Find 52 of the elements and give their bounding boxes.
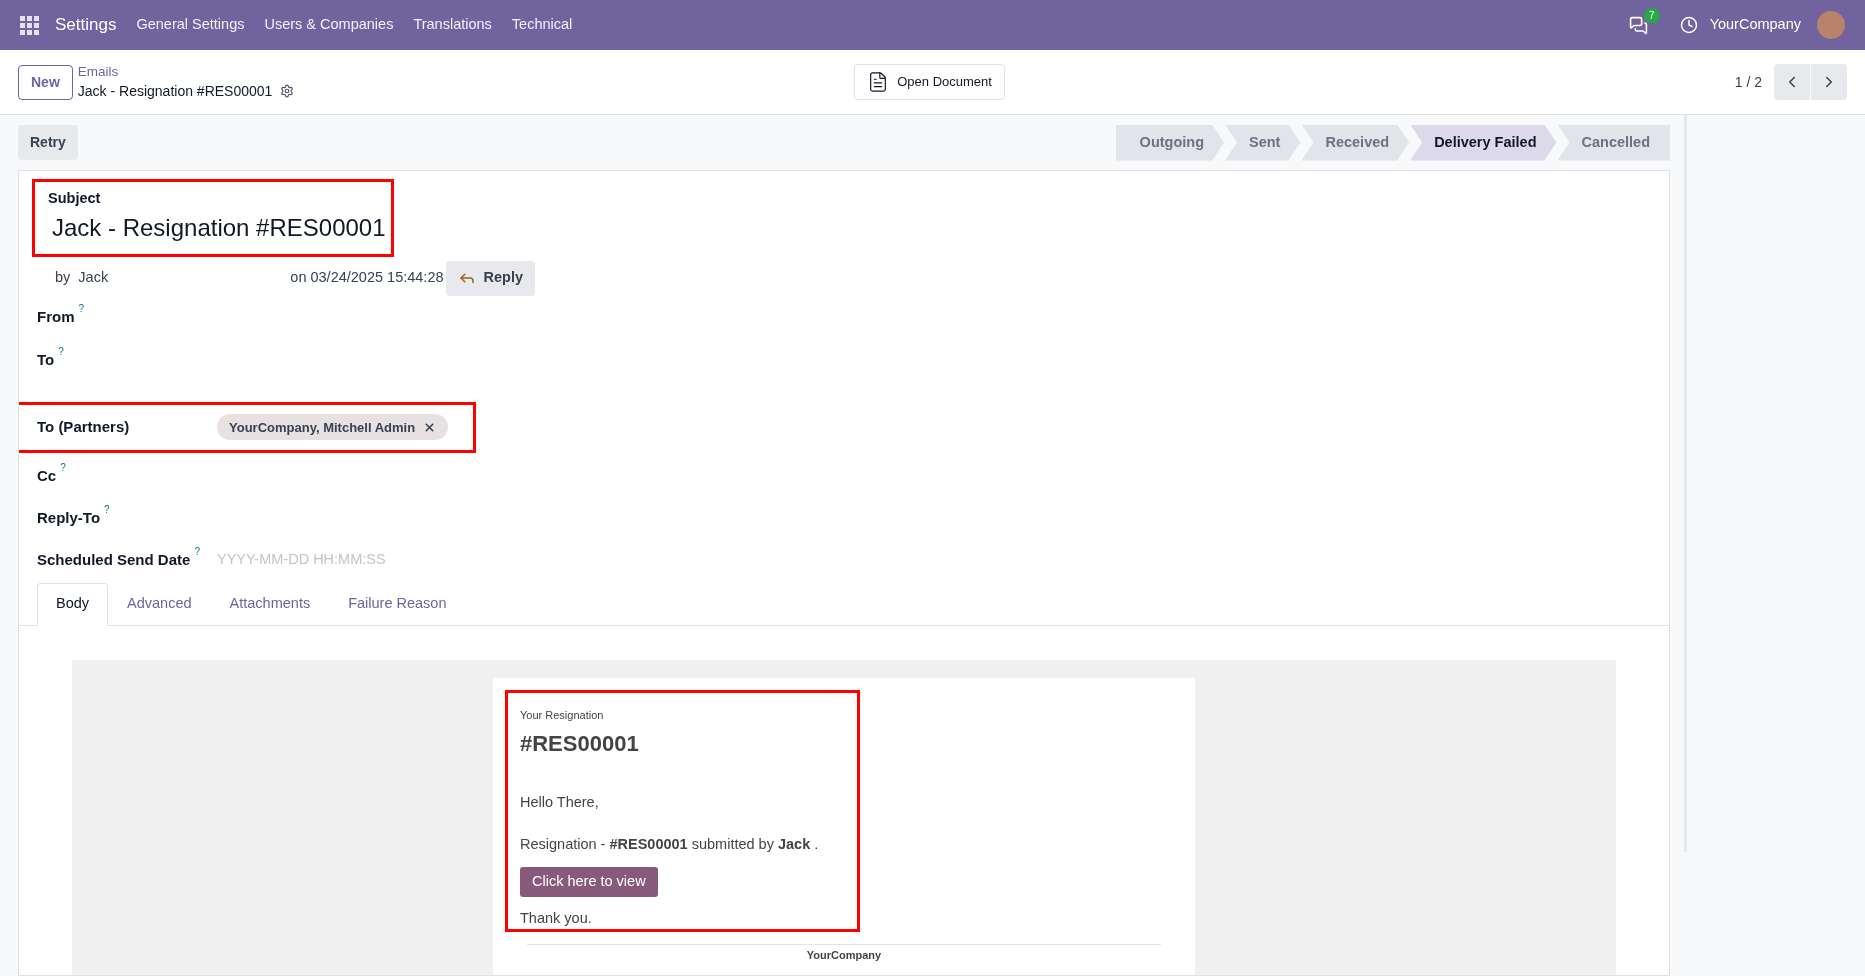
field-label: Subject [48,189,102,208]
email-greeting: Hello There, [520,793,600,813]
author-name: Jack [78,268,110,288]
email-heading: #RES00001 [520,730,640,759]
menu-link[interactable]: Users & Companies [264,14,394,36]
form-tab[interactable]: Advanced [108,582,211,626]
email-closing: Thank you. [520,908,593,927]
subject-value: Jack - Resignation #RES00001 [51,212,386,243]
company-name[interactable]: YourCompany [1709,14,1801,36]
email-kicker: Your Resignation [520,707,605,723]
email-footer-company: YourCompany [805,948,883,962]
help-tooltip[interactable]: ? [194,545,200,558]
message-count: 7 [1644,7,1660,23]
field-label: To (Partners) [37,417,130,437]
help-tooltip[interactable]: ? [58,345,64,358]
form-tab[interactable]: Attachments [210,582,330,626]
menu-link[interactable]: Translations [413,14,492,36]
date-input[interactable]: YYYY-MM-DD HH:MM:SS [217,548,467,571]
email-message: Resignation - #RES00001 submitted by Jack . [520,835,820,854]
record-title: Jack - Resignation #RES00001 [77,81,273,101]
help-tooltip[interactable]: ? [78,302,85,315]
app-title[interactable]: Settings [55,12,117,38]
new-button[interactable]: New [18,64,73,100]
status-stage[interactable]: Cancelled [1557,124,1670,161]
help-tooltip[interactable]: ? [60,461,66,474]
apps-grid-icon[interactable] [20,15,39,35]
form-tab[interactable]: Failure Reason [329,582,466,626]
author-prefix: by [55,268,71,288]
partner-tag: YourCompany, Mitchell Admin [217,414,449,441]
settings-icon[interactable] [280,84,295,98]
breadcrumb-link[interactable]: Emails [77,62,295,81]
sent-date: on 03/24/2025 15:44:28 [290,268,444,288]
chat-icon[interactable] [1628,15,1648,35]
status-stage[interactable]: Received [1301,124,1410,161]
menu-link[interactable]: General Settings [136,14,245,36]
field-label: Scheduled Send Date [37,549,191,570]
menu-link[interactable]: Technical [511,14,573,36]
form-tab[interactable]: Body [37,582,109,626]
help-tooltip[interactable]: ? [104,503,110,516]
field-label: To [37,349,55,370]
status-stage[interactable]: Sent [1225,124,1301,161]
field-label: From [37,306,75,327]
retry-button[interactable]: Retry [18,125,78,160]
view-button[interactable]: Click here to view [520,866,658,897]
clock-icon[interactable] [1679,16,1698,34]
status-stage[interactable]: Delivery Failed [1410,124,1557,161]
status-stage[interactable]: Outgoing [1115,124,1225,161]
field-label: Cc [37,465,57,486]
reply-button[interactable]: Reply [445,260,536,296]
open-document-button[interactable]: Open Document [854,64,1005,100]
field-label: Reply-To [37,507,101,528]
pager-value: 1 / 2 [1734,72,1762,92]
